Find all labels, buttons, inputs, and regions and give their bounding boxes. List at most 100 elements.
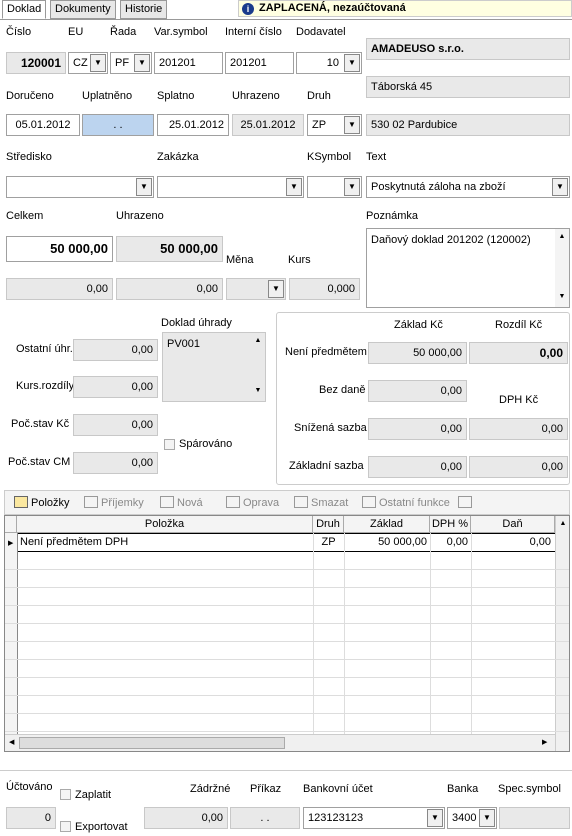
chevron-down-icon: ▼ — [479, 809, 495, 827]
export-button[interactable] — [458, 493, 475, 513]
label-zaplatit: Zaplatit — [75, 789, 112, 801]
kurs-field: 0,000 — [289, 278, 360, 300]
label-uctovano: Účtováno — [6, 781, 53, 793]
label-prikaz: Příkaz — [250, 783, 282, 795]
label-interni-cislo: Interní číslo — [225, 26, 282, 38]
label-zaklad-kc: Základ Kč — [394, 319, 443, 331]
scrollbar[interactable]: ▲ ▼ — [251, 333, 265, 401]
smazat-button[interactable]: Smazat — [294, 493, 348, 513]
label-poc-stav-kc: Poč.stav Kč — [11, 418, 70, 430]
ostatni-funkce-button[interactable]: Ostatní funkce — [362, 493, 450, 513]
tab-doklad[interactable]: Doklad — [2, 0, 47, 19]
uctovano-field: 0 — [6, 807, 56, 829]
polozky-grid[interactable]: Položka Druh Základ DPH % Daň ▲ ▶ Není p… — [4, 515, 570, 752]
dodavatel-ulice: Táborská 45 — [366, 76, 570, 98]
label-kurs-rozdily: Kurs.rozdíly — [16, 380, 75, 392]
zaplatit-checkbox[interactable] — [60, 789, 71, 800]
cell-zaklad: 50 000,00 — [378, 536, 427, 548]
folder-edit-icon — [226, 496, 240, 508]
grid-header-polozka[interactable]: Položka — [17, 516, 313, 533]
banka-select[interactable]: 3400 ▼ — [447, 807, 497, 829]
grid-header-druh[interactable]: Druh — [313, 516, 344, 533]
chevron-down-icon: ▼ — [427, 809, 443, 827]
bankovni-ucet-select[interactable]: 123123123 ▼ — [303, 807, 445, 829]
label-cislo: Číslo — [6, 26, 32, 38]
celkem-input[interactable]: 50 000,00 — [6, 236, 113, 262]
kurs-rozdily-field: 0,00 — [73, 376, 158, 398]
varsymbol-input[interactable]: 201201 — [154, 52, 223, 74]
status-bar: i ZAPLACENÁ, nezaúčtovaná — [238, 0, 572, 17]
scrollbar[interactable]: ▲ ▼ — [555, 229, 569, 307]
chevron-down-icon: ▼ — [344, 54, 360, 72]
nova-button[interactable]: Nová — [160, 493, 203, 513]
poc-stav-kc-field: 0,00 — [73, 414, 158, 436]
grid-header-dph[interactable]: DPH % — [430, 516, 471, 533]
poznamka-textarea[interactable]: Daňový doklad 201202 (120002) ▲ ▼ — [366, 228, 570, 308]
label-doruceno: Doručeno — [6, 90, 54, 102]
eu-select[interactable]: CZ ▼ — [68, 52, 108, 74]
label-doklad-uhrady: Doklad úhrady — [161, 317, 232, 329]
label-druh: Druh — [307, 90, 331, 102]
uhrazeno-mena-field: 0,00 — [116, 278, 223, 300]
prijemky-button[interactable]: Příjemky — [84, 493, 144, 513]
exportovat-checkbox[interactable] — [60, 821, 71, 832]
grid-header-zaklad[interactable]: Základ — [344, 516, 430, 533]
doklad-uhrady-list[interactable]: PV001 ▲ ▼ — [162, 332, 266, 402]
cell-dph: 0,00 — [446, 536, 468, 548]
ostatni-uhr-field: 0,00 — [73, 339, 158, 361]
label-uhrazeno: Uhrazeno — [232, 90, 280, 102]
uhrazeno-field: 25.01.2012 — [232, 114, 304, 136]
uhrazeno-celkem-field: 50 000,00 — [116, 236, 223, 262]
zadrzne-field: 0,00 — [144, 807, 228, 829]
dodavatel-select[interactable]: 10 ▼ — [296, 52, 362, 74]
polozky-button[interactable]: Položky — [14, 493, 70, 513]
doruceno-input[interactable]: 05.01.2012 — [6, 114, 80, 136]
grid-vertical-scrollbar[interactable]: ▲ — [555, 516, 569, 751]
label-neni-predmetem: Není předmětem — [285, 346, 367, 358]
druh-select[interactable]: ZP ▼ — [307, 114, 362, 136]
label-poc-stav-cm: Poč.stav CM — [8, 456, 71, 468]
label-zadrzne: Zádržné — [190, 783, 231, 795]
table-row[interactable]: Není předmětem DPH ZP 50 000,00 0,00 0,0… — [5, 534, 555, 551]
grid-horizontal-scrollbar[interactable]: ◀ ▶ — [5, 734, 555, 751]
ksymbol-select[interactable]: ▼ — [307, 176, 362, 198]
receipt-icon — [84, 496, 98, 508]
label-rada: Řada — [110, 26, 137, 38]
chevron-down-icon: ▼ — [268, 280, 284, 298]
snizena-dph: 0,00 — [469, 418, 568, 440]
status-text: ZAPLACENÁ, nezaúčtovaná — [259, 2, 406, 14]
spec-symbol-field — [499, 807, 570, 829]
cell-polozka: Není předmětem DPH — [20, 536, 129, 548]
rada-select[interactable]: PF ▼ — [110, 52, 152, 74]
label-poznamka: Poznámka — [366, 210, 418, 222]
zakladni-dph: 0,00 — [469, 456, 568, 478]
oprava-button[interactable]: Oprava — [226, 493, 279, 513]
uplatneno-input[interactable]: . . — [82, 114, 154, 136]
sparovano-checkbox[interactable] — [164, 439, 175, 450]
grid-header-dan[interactable]: Daň — [471, 516, 555, 533]
cislo-field[interactable]: 120001 — [6, 52, 66, 74]
chevron-down-icon: ▼ — [344, 116, 360, 134]
label-rozdil-kc: Rozdíl Kč — [495, 319, 543, 331]
celkem-mena-field: 0,00 — [6, 278, 113, 300]
label-ostatni-uhr: Ostatní úhr. — [16, 343, 73, 355]
splatno-input[interactable]: 25.01.2012 — [157, 114, 229, 136]
label-mena: Měna — [226, 254, 254, 266]
table-icon — [14, 496, 28, 508]
chevron-down-icon: ▼ — [90, 54, 106, 72]
zakazka-select[interactable]: ▼ — [157, 176, 304, 198]
chevron-down-icon: ▼ — [134, 54, 150, 72]
tab-historie[interactable]: Historie — [120, 0, 168, 19]
mena-select[interactable]: ▼ — [226, 278, 286, 300]
tab-dokumenty[interactable]: Dokumenty — [50, 0, 116, 19]
label-dodavatel: Dodavatel — [296, 26, 346, 38]
label-bankovni-ucet: Bankovní účet — [303, 783, 373, 795]
label-splatno: Splatno — [157, 90, 195, 102]
label-snizena-sazba: Snížená sazba — [294, 422, 367, 434]
label-bez-dane: Bez daně — [319, 384, 366, 396]
text-select[interactable]: Poskytnutá záloha na zboží ▼ — [366, 176, 570, 198]
stredisko-select[interactable]: ▼ — [6, 176, 154, 198]
interni-cislo-input[interactable]: 201201 — [225, 52, 294, 74]
delete-icon — [294, 496, 308, 508]
neni-predmetem-rozdil: 0,00 — [469, 342, 568, 364]
